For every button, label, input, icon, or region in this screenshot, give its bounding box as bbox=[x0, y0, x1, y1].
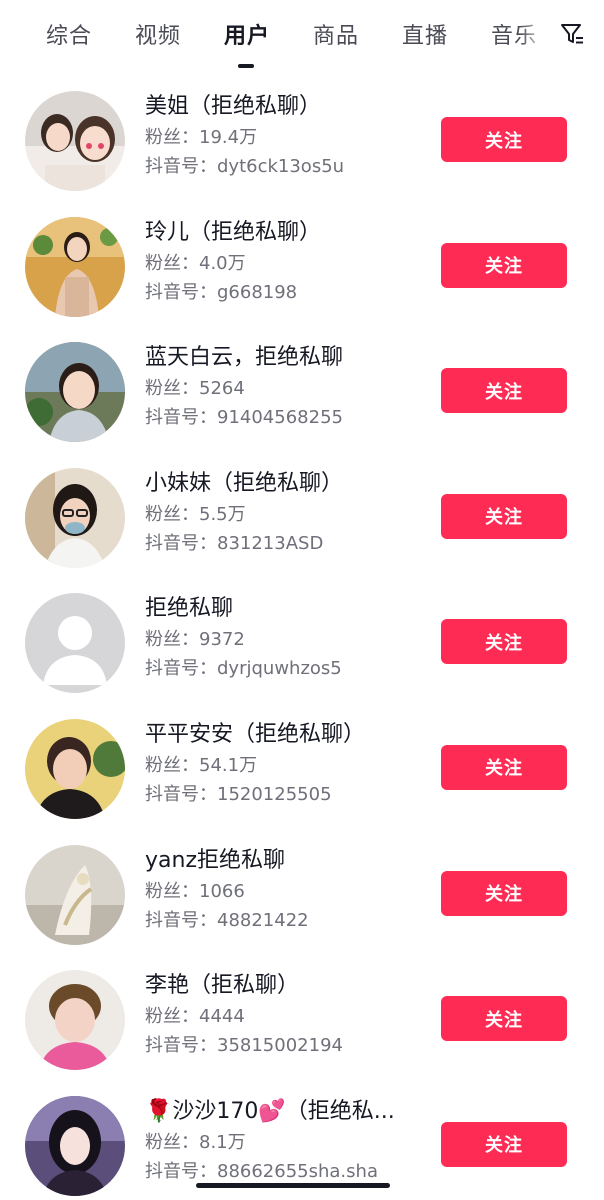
user-avatar[interactable] bbox=[25, 718, 125, 819]
user-row[interactable]: yanz拒绝私聊 粉丝：1066 抖音号：48821422 关注 bbox=[0, 838, 604, 964]
user-fans: 粉丝：54.1万 bbox=[145, 754, 258, 776]
user-douyin-id: 抖音号：g668198 bbox=[145, 281, 298, 303]
user-fans: 粉丝：8.1万 bbox=[145, 1131, 246, 1153]
user-avatar[interactable] bbox=[25, 970, 125, 1071]
user-info: 小妹妹（拒绝私聊） 粉丝：5.5万 抖音号：831213ASD bbox=[145, 469, 420, 557]
default-avatar-icon[interactable] bbox=[25, 593, 125, 694]
user-douyin-id: 抖音号：48821422 bbox=[145, 909, 309, 931]
user-douyin-id: 抖音号：35815002194 bbox=[145, 1035, 343, 1057]
user-row[interactable]: 美姐（拒绝私聊） 粉丝：19.4万 抖音号：dyt6ck13os5u 关注 bbox=[0, 84, 604, 210]
user-fans: 粉丝：5264 bbox=[145, 378, 245, 400]
user-results-list: 美姐（拒绝私聊） 粉丝：19.4万 抖音号：dyt6ck13os5u 关注 玲儿… bbox=[0, 84, 604, 1200]
user-info: 玲儿（拒绝私聊） 粉丝：4.0万 抖音号：g668198 bbox=[145, 218, 420, 306]
user-name: 蓝天白云，拒绝私聊 bbox=[145, 345, 344, 371]
user-name: yanz拒绝私聊 bbox=[145, 847, 285, 873]
follow-button[interactable]: 关注 bbox=[441, 619, 567, 665]
user-row[interactable]: 李艳（拒私聊） 粉丝：4444 抖音号：35815002194 关注 bbox=[0, 963, 604, 1089]
filter-icon[interactable] bbox=[560, 22, 584, 46]
follow-button[interactable]: 关注 bbox=[441, 1121, 567, 1167]
user-douyin-id: 抖音号：91404568255 bbox=[145, 407, 343, 429]
user-fans: 粉丝：1066 bbox=[145, 880, 245, 902]
follow-button[interactable]: 关注 bbox=[441, 493, 567, 539]
active-tab-indicator bbox=[238, 64, 254, 68]
user-info: yanz拒绝私聊 粉丝：1066 抖音号：48821422 bbox=[145, 846, 420, 934]
search-tab-bar: 综合 视频 用户 商品 直播 音乐 bbox=[0, 0, 604, 72]
follow-button[interactable]: 关注 bbox=[441, 870, 567, 916]
follow-button[interactable]: 关注 bbox=[441, 368, 567, 414]
user-douyin-id: 抖音号：831213ASD bbox=[145, 532, 324, 554]
user-info: 拒绝私聊 粉丝：9372 抖音号：dyrjquwhzos5 bbox=[145, 594, 420, 682]
user-info: 平平安安（拒绝私聊） 粉丝：54.1万 抖音号：1520125505 bbox=[145, 720, 420, 808]
follow-button[interactable]: 关注 bbox=[441, 996, 567, 1042]
user-name: 🌹沙沙170💕（拒绝私... bbox=[145, 1098, 395, 1124]
user-avatar[interactable] bbox=[25, 467, 125, 568]
tab-videos[interactable]: 视频 bbox=[135, 18, 181, 50]
user-avatar[interactable] bbox=[25, 216, 125, 317]
user-name: 美姐（拒绝私聊） bbox=[145, 94, 322, 119]
user-name: 拒绝私聊 bbox=[145, 596, 234, 622]
tab-comprehensive[interactable]: 综合 bbox=[46, 18, 92, 50]
user-fans: 粉丝：5.5万 bbox=[145, 503, 246, 525]
user-fans: 粉丝：4444 bbox=[145, 1006, 245, 1028]
user-row[interactable]: 玲儿（拒绝私聊） 粉丝：4.0万 抖音号：g668198 关注 bbox=[0, 210, 604, 336]
user-name: 李艳（拒私聊） bbox=[145, 973, 300, 999]
follow-button[interactable]: 关注 bbox=[441, 117, 567, 162]
follow-button[interactable]: 关注 bbox=[441, 744, 567, 790]
user-fans: 粉丝：19.4万 bbox=[145, 127, 258, 148]
user-name: 小妹妹（拒绝私聊） bbox=[145, 470, 344, 496]
user-info: 美姐（拒绝私聊） 粉丝：19.4万 抖音号：dyt6ck13os5u bbox=[145, 92, 420, 180]
user-name: 玲儿（拒绝私聊） bbox=[145, 219, 322, 245]
user-douyin-id: 抖音号：1520125505 bbox=[145, 783, 332, 805]
home-indicator[interactable] bbox=[196, 1183, 390, 1188]
user-douyin-id: 抖音号：88662655sha.sha bbox=[145, 1160, 378, 1182]
user-row[interactable]: 小妹妹（拒绝私聊） 粉丝：5.5万 抖音号：831213ASD 关注 bbox=[0, 461, 604, 587]
user-row[interactable]: 蓝天白云，拒绝私聊 粉丝：5264 抖音号：91404568255 关注 bbox=[0, 335, 604, 461]
user-info: 李艳（拒私聊） 粉丝：4444 抖音号：35815002194 bbox=[145, 971, 420, 1059]
user-info: 🌹沙沙170💕（拒绝私... 粉丝：8.1万 抖音号：88662655sha.s… bbox=[145, 1097, 420, 1185]
user-row[interactable]: 平平安安（拒绝私聊） 粉丝：54.1万 抖音号：1520125505 关注 bbox=[0, 712, 604, 838]
user-douyin-id: 抖音号：dyrjquwhzos5 bbox=[145, 658, 342, 680]
user-avatar[interactable] bbox=[25, 342, 125, 443]
user-name: 平平安安（拒绝私聊） bbox=[145, 721, 366, 747]
user-info: 蓝天白云，拒绝私聊 粉丝：5264 抖音号：91404568255 bbox=[145, 343, 420, 431]
user-avatar[interactable] bbox=[25, 844, 125, 945]
user-avatar[interactable] bbox=[25, 91, 125, 191]
tab-products[interactable]: 商品 bbox=[313, 18, 359, 50]
tab-live[interactable]: 直播 bbox=[402, 18, 448, 50]
user-fans: 粉丝：9372 bbox=[145, 629, 245, 651]
tab-fade-overlay bbox=[520, 10, 548, 54]
user-fans: 粉丝：4.0万 bbox=[145, 252, 246, 274]
follow-button[interactable]: 关注 bbox=[441, 242, 567, 288]
user-avatar[interactable] bbox=[25, 1095, 125, 1196]
user-row[interactable]: 拒绝私聊 粉丝：9372 抖音号：dyrjquwhzos5 关注 bbox=[0, 586, 604, 712]
user-douyin-id: 抖音号：dyt6ck13os5u bbox=[145, 156, 345, 177]
tab-users[interactable]: 用户 bbox=[224, 18, 270, 50]
